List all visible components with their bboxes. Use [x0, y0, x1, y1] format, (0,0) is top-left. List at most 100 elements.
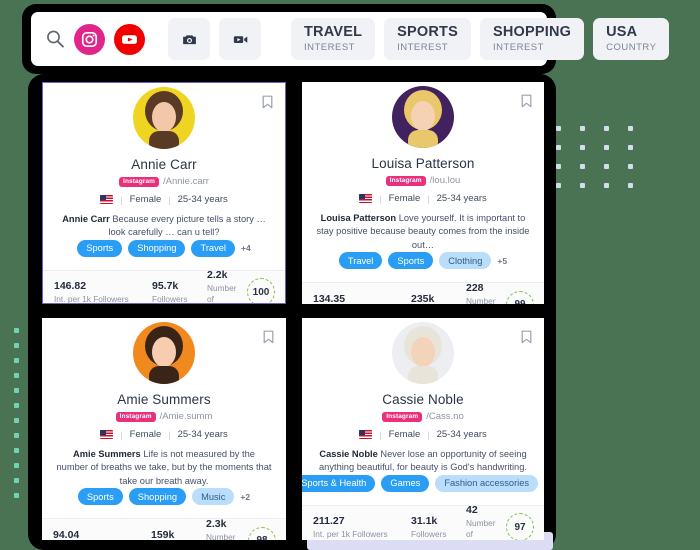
decorative-dot [628, 183, 633, 188]
decorative-dot [556, 126, 561, 131]
interest-tag[interactable]: Shopping [128, 239, 186, 257]
influencer-bio: Louisa Patterson Love yourself. It is im… [302, 212, 544, 252]
stat-label: Number of Posts [466, 295, 496, 304]
influencer-bio: Cassie Noble Never lose an opportunity o… [302, 448, 544, 475]
meta-row: | Female | 25-34 years [359, 429, 487, 440]
influencer-name: Louisa Patterson [371, 156, 475, 171]
decorative-dot-grid-outer [556, 126, 652, 202]
instagram-icon[interactable] [74, 23, 105, 55]
filter-chip-shopping[interactable]: SHOPPING INTEREST [479, 18, 585, 60]
stat-followers: 31.1k Followers [411, 515, 466, 539]
more-tags-count[interactable]: +5 [497, 256, 507, 266]
interest-tag[interactable]: Shopping [128, 488, 187, 506]
bio-author: Cassie Noble [319, 449, 378, 459]
stat-label: Followers [152, 293, 188, 304]
decorative-dot [14, 463, 19, 468]
interest-tag[interactable]: Sports [77, 239, 123, 257]
bookmark-icon[interactable] [263, 330, 274, 344]
stat-value: 2.3k [206, 517, 227, 530]
search-bar[interactable]: TRAVEL INTEREST SPORTS INTEREST SHOPPING… [31, 12, 670, 66]
handle-row: Instagram /lou.lou [385, 175, 460, 186]
decorative-dot [604, 126, 609, 131]
interest-tag[interactable]: Sports & Health [302, 474, 376, 492]
interest-tag[interactable]: Clothing [439, 252, 492, 270]
interest-tag[interactable]: Fashion accessories [435, 474, 539, 492]
divider: | [120, 429, 123, 440]
divider: | [120, 194, 123, 205]
decorative-dot [14, 418, 19, 423]
card-body: Annie Carr Instagram /Annie.carr | Femal… [43, 83, 285, 270]
stat-posts: 228 Number of Posts [466, 281, 496, 304]
filter-chip-sports[interactable]: SPORTS INTEREST [384, 18, 471, 60]
stat-posts: 2.3k Number of Posts [206, 517, 236, 540]
divider: | [427, 193, 430, 204]
stat-value: 146.82 [54, 280, 87, 293]
score-badge: 98 [248, 526, 276, 540]
youtube-icon[interactable] [114, 23, 145, 55]
filter-chip-travel[interactable]: TRAVEL INTEREST [291, 18, 376, 60]
filter-chip-usa[interactable]: USA COUNTRY [593, 18, 670, 60]
card-footer: 211.27 Int. per 1k Followers 31.1k Follo… [302, 504, 544, 540]
score-badge: 99 [506, 290, 534, 304]
meta-row: | Female | 25-34 years [100, 429, 228, 440]
handle-row: Instagram /Annie.carr [119, 176, 209, 187]
interest-tag[interactable]: Games [381, 474, 430, 492]
divider: | [379, 429, 382, 440]
bookmark-icon[interactable] [521, 330, 532, 344]
filter-type: INTEREST [397, 41, 449, 53]
age-value: 25-34 years [177, 194, 228, 205]
stat-followers: 235k Followers [411, 293, 466, 304]
interest-tag[interactable]: Music [192, 488, 235, 506]
platform-badge: Instagram [382, 411, 423, 422]
gender-value: Female [388, 193, 421, 204]
avatar [392, 86, 454, 148]
decorative-dot [604, 164, 609, 169]
score-badge: 100 [247, 278, 275, 303]
decorative-dot [14, 373, 19, 378]
stat-value: 42 [466, 504, 478, 517]
decorative-dot [580, 145, 585, 150]
handle-row: Instagram /Cass.no [382, 411, 464, 422]
stat-value: 228 [466, 281, 484, 294]
bookmark-icon[interactable] [262, 95, 273, 109]
influencer-card[interactable]: Cassie Noble Instagram /Cass.no | Female… [302, 318, 544, 540]
influencer-name: Amie Summers [117, 392, 211, 407]
decorative-dot [14, 358, 19, 363]
video-icon[interactable] [219, 18, 261, 60]
gender-value: Female [129, 194, 162, 205]
interest-tag[interactable]: Travel [338, 252, 383, 270]
stat-label: Number of Posts [466, 518, 496, 540]
interest-tag[interactable]: Sports [77, 488, 123, 506]
photo-icon[interactable] [168, 18, 210, 60]
interest-tag-list: Sports Shopping Travel +4 [69, 239, 258, 257]
influencer-card[interactable]: Annie Carr Instagram /Annie.carr | Femal… [42, 82, 286, 304]
stat-followers: 95.7k Followers [152, 280, 207, 304]
card-body: Amie Summers Instagram /Amie.summ | Fema… [42, 318, 286, 518]
stat-interactions: 94.04 Int. per 1k Followers [53, 529, 151, 540]
meta-row: | Female | 25-34 years [359, 193, 487, 204]
platform-badge: Instagram [115, 411, 156, 422]
gender-value: Female [129, 429, 162, 440]
bookmark-icon[interactable] [521, 94, 532, 108]
influencer-card[interactable]: Louisa Patterson Instagram /lou.lou | Fe… [302, 82, 544, 304]
search-icon[interactable] [45, 29, 65, 49]
stat-posts: 42 Number of Posts [466, 504, 496, 540]
avatar [133, 322, 195, 384]
influencer-card[interactable]: Amie Summers Instagram /Amie.summ | Fema… [42, 318, 286, 540]
avatar [133, 87, 195, 149]
more-tags-count[interactable]: +4 [241, 243, 251, 253]
score-badge: 97 [506, 513, 534, 540]
filter-type: INTEREST [304, 41, 355, 53]
more-tags-count[interactable]: +2 [240, 492, 250, 502]
decorative-dot [580, 164, 585, 169]
card-body: Cassie Noble Instagram /Cass.no | Female… [302, 318, 544, 505]
avatar [392, 322, 454, 384]
stat-followers: 159k Followers [151, 529, 206, 540]
stat-posts: 2.2k Number of Posts [207, 269, 237, 303]
age-value: 25-34 years [177, 429, 228, 440]
interest-tag[interactable]: Travel [191, 239, 235, 257]
interest-tag[interactable]: Sports [388, 252, 434, 270]
stat-value: 211.27 [313, 515, 345, 528]
age-value: 25-34 years [436, 429, 487, 440]
stat-value: 94.04 [53, 528, 80, 540]
